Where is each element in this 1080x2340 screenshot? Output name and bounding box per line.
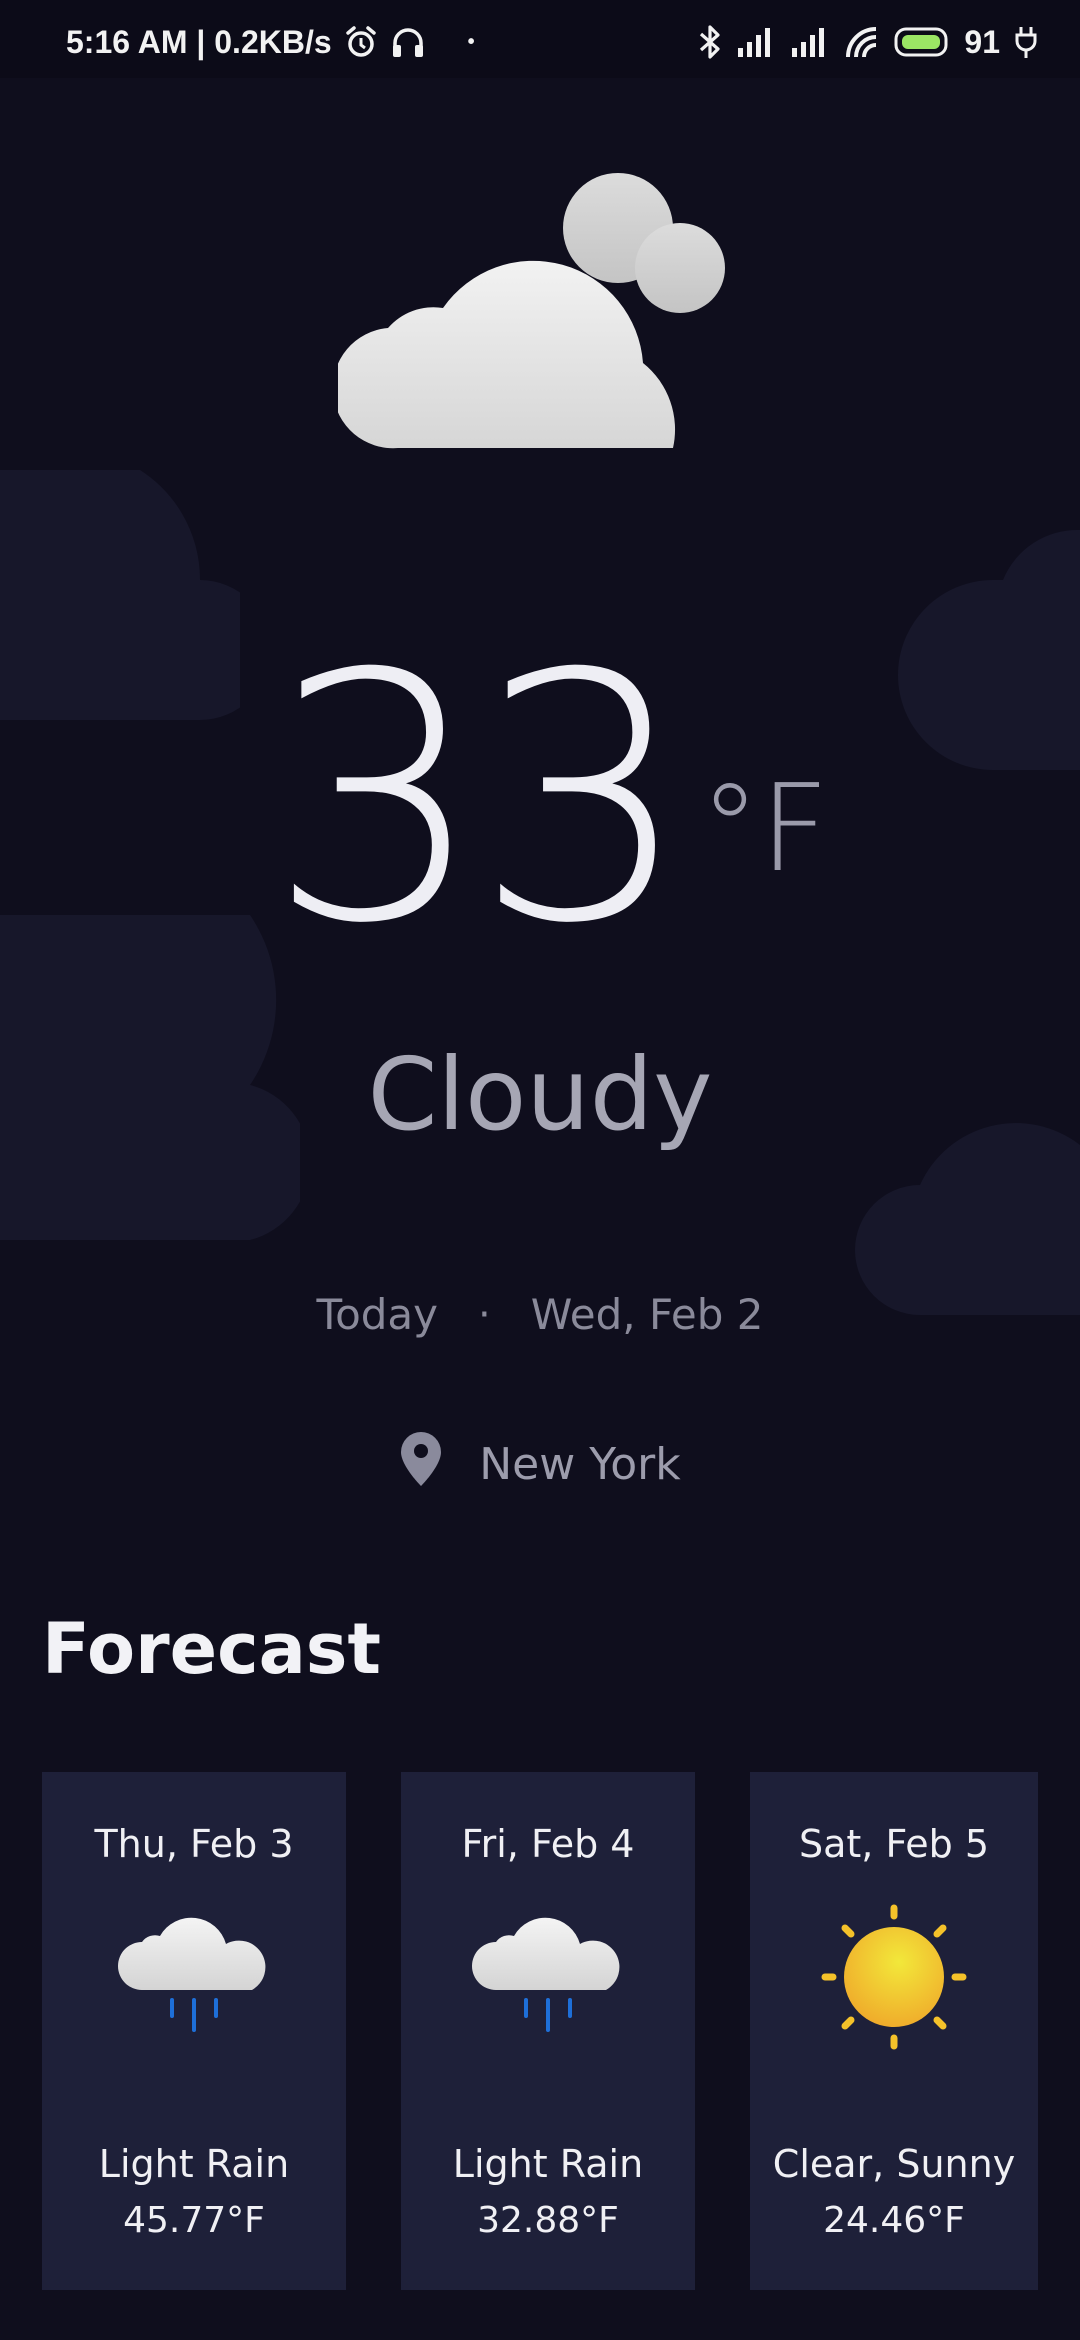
forecast-date: Fri, Feb 4 — [461, 1822, 635, 1866]
date-separator: · — [478, 1291, 491, 1338]
current-condition: Cloudy — [367, 1036, 713, 1153]
rain-cloud-icon — [470, 1902, 626, 2042]
forecast-condition: Clear, Sunny — [772, 2142, 1016, 2186]
bluetooth-icon — [698, 24, 722, 60]
headphones-icon — [390, 25, 426, 59]
charging-icon — [1014, 25, 1038, 59]
forecast-list: Thu, Feb 3 Light Rain 45.77°F Fri, Feb 4… — [0, 1772, 1080, 2292]
battery-level: 91 — [964, 23, 1000, 60]
status-time: 5:16 AM | 0.2KB/s — [66, 23, 332, 60]
wifi-icon — [844, 25, 880, 59]
sun-icon — [816, 1902, 972, 2052]
forecast-temperature: 32.88°F — [477, 2200, 619, 2241]
forecast-date: Sat, Feb 5 — [799, 1822, 989, 1866]
day-label: Today — [316, 1290, 439, 1339]
forecast-card[interactable]: Sat, Feb 5 Clear, Sunny 24.46°F — [750, 1772, 1038, 2290]
status-right: 91 — [698, 22, 1038, 62]
battery-icon — [894, 26, 950, 58]
signal-icon — [736, 26, 776, 58]
cloud-icon — [338, 168, 742, 458]
forecast-card[interactable]: Thu, Feb 3 Light Rain 45.77°F — [42, 1772, 346, 2290]
status-bar: 5:16 AM | 0.2KB/s • 91 — [0, 0, 1080, 78]
forecast-condition: Light Rain — [452, 2142, 644, 2186]
status-dot: • — [467, 30, 475, 53]
status-left: 5:16 AM | 0.2KB/s • — [66, 22, 475, 62]
temperature-value: 33 — [268, 602, 691, 998]
forecast-temperature: 45.77°F — [123, 2200, 265, 2241]
alarm-icon — [344, 25, 378, 59]
location-name: New York — [479, 1439, 681, 1490]
forecast-date: Thu, Feb 3 — [94, 1822, 294, 1866]
forecast-title: Forecast — [42, 1608, 381, 1690]
current-date: Wed, Feb 2 — [530, 1290, 764, 1339]
location-pin-icon — [399, 1430, 443, 1499]
current-temperature: 33 °F — [0, 630, 1080, 970]
location-row[interactable]: New York — [0, 1430, 1080, 1499]
temperature-unit: °F — [700, 760, 830, 899]
rain-cloud-icon — [116, 1902, 272, 2042]
forecast-condition: Light Rain — [98, 2142, 290, 2186]
date-row: Today · Wed, Feb 2 — [0, 1290, 1080, 1339]
signal-icon — [790, 26, 830, 58]
forecast-temperature: 24.46°F — [823, 2200, 965, 2241]
forecast-card[interactable]: Fri, Feb 4 Light Rain 32.88°F — [401, 1772, 695, 2290]
